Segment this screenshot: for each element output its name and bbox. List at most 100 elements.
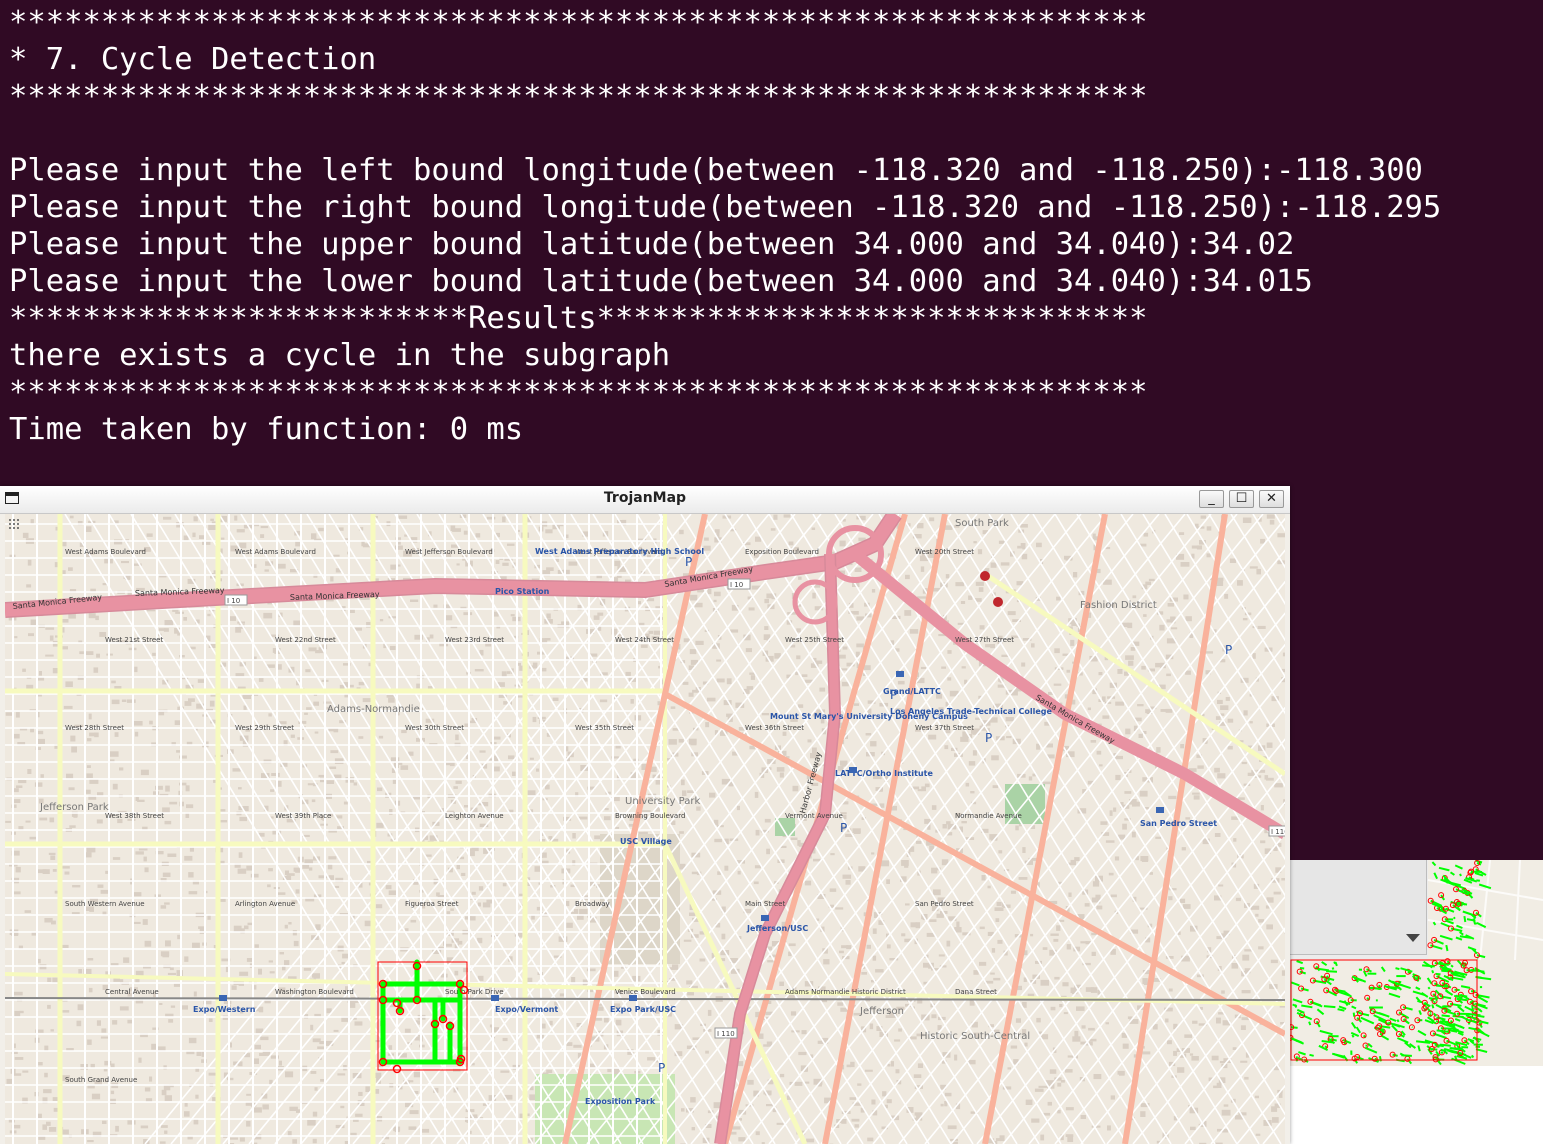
road-label: Figueroa Street: [405, 900, 459, 908]
road-label: West 30th Street: [405, 724, 464, 732]
road-label: West 25th Street: [785, 636, 844, 644]
path-segment: [1459, 873, 1462, 877]
road-label: Broadway: [575, 900, 610, 908]
path-segment: [1453, 916, 1456, 920]
path-segment: [1438, 961, 1444, 965]
path-segment: [1378, 1056, 1382, 1062]
path-segment: [1445, 944, 1449, 952]
area-label: Jefferson Park: [39, 802, 109, 813]
path-segment: [1450, 964, 1454, 968]
area-label: Fashion District: [1080, 600, 1157, 611]
path-segment: [1351, 1034, 1355, 1038]
road-label: South Park Drive: [445, 988, 504, 996]
grid-icon[interactable]: [8, 518, 20, 530]
path-segment: [1411, 975, 1415, 978]
area-label: Historic South-Central: [920, 1031, 1030, 1042]
path-segment: [1474, 922, 1478, 925]
parking-icon: P: [1225, 643, 1232, 657]
path-segment: [1395, 967, 1400, 971]
area-label: Jefferson: [859, 1006, 904, 1017]
path-segment: [1308, 1021, 1312, 1026]
station-label: Exposition Park: [585, 1097, 656, 1106]
station-label: West Adams Preparatory High School: [535, 547, 704, 556]
path-segment: [1431, 1004, 1435, 1009]
road-label: San Pedro Street: [915, 900, 974, 908]
station-label: USC Village: [620, 837, 672, 846]
station-label: Expo/Western: [193, 1005, 256, 1014]
station-label: Jefferson/USC: [746, 924, 808, 933]
path-segment: [1309, 1053, 1314, 1057]
terminal-line: * 7. Cycle Detection: [9, 42, 377, 77]
road-label: West 39th Place: [275, 812, 331, 820]
road-label: West 24th Street: [615, 636, 674, 644]
terminal-line: Time taken by function: 0 ms: [9, 412, 524, 447]
terminal-line: ****************************************…: [9, 375, 1148, 410]
station-label: Pico Station: [495, 587, 550, 596]
station-icon: [219, 995, 227, 1001]
road-label: West 28th Street: [65, 724, 124, 732]
road-label: Browning Boulevard: [615, 812, 685, 820]
highway-shield: I 10: [730, 581, 743, 589]
station-label: Los Angeles Trade-Technical College: [890, 707, 1052, 716]
path-segment: [1466, 969, 1477, 972]
path-segment: [1475, 975, 1482, 979]
parking-icon: P: [985, 731, 992, 745]
road-label: Arlington Avenue: [235, 900, 295, 908]
path-segment: [1468, 1013, 1481, 1017]
map-canvas[interactable]: Santa Monica Freeway Santa Monica Freeway…: [5, 514, 1285, 1144]
road-label: West 22nd Street: [275, 636, 336, 644]
terminal-line: Please input the left bound longitude(be…: [9, 153, 1423, 188]
road-label: Central Avenue: [105, 988, 159, 996]
path-segment: [1299, 967, 1305, 970]
highway-shield: I 110: [717, 1030, 735, 1038]
maximize-button[interactable]: ☐: [1229, 490, 1254, 508]
path-segment: [1333, 961, 1336, 965]
terminal-line: Please input the lower bound latitude(be…: [9, 264, 1313, 299]
background-map-preview: [1290, 860, 1543, 1066]
station-icon: [629, 995, 637, 1001]
path-segment: [1471, 1054, 1475, 1059]
road-label: Exposition Boulevard: [745, 548, 819, 556]
road-label: Adams Normandie Historic District: [785, 988, 906, 996]
road-label: West Adams Boulevard: [235, 548, 316, 556]
highway-shield: I 10: [227, 597, 240, 605]
parking-icon: P: [658, 1061, 665, 1075]
station-icon: [761, 915, 769, 921]
road-label: West 27th Street: [955, 636, 1014, 644]
path-segment: [1356, 978, 1363, 982]
path-segment: [1427, 986, 1431, 990]
terminal-line: *************************Results********…: [9, 301, 1148, 336]
road-label: West 23rd Street: [445, 636, 504, 644]
path-segment: [1396, 1019, 1400, 1023]
station-label: Expo/Vermont: [495, 1005, 558, 1014]
area-label: South Park: [955, 518, 1009, 529]
terminal-line: ****************************************…: [9, 79, 1148, 114]
path-segment: [1352, 1012, 1356, 1017]
road-label: West 37th Street: [915, 724, 974, 732]
path-segment: [1439, 1043, 1451, 1047]
road-label: Normandie Avenue: [955, 812, 1022, 820]
station-icon: [491, 995, 499, 1001]
terminal-line: there exists a cycle in the subgraph: [9, 338, 671, 373]
background-map-window[interactable]: [1290, 860, 1543, 1144]
road-label: West Jefferson Boulevard: [405, 548, 493, 556]
title-bar[interactable]: TrojanMap _ ☐ ✕: [0, 486, 1290, 514]
terminal-line: Please input the upper bound latitude(be…: [9, 227, 1295, 262]
road-label: West 29th Street: [235, 724, 294, 732]
path-segment: [1462, 965, 1466, 968]
road-label: West Adams Boulevard: [65, 548, 146, 556]
path-segment: [1334, 961, 1338, 967]
path-segment: [1294, 1004, 1298, 1008]
path-segment: [1401, 1054, 1412, 1057]
road-label: West 38th Street: [105, 812, 164, 820]
path-segment: [1326, 970, 1338, 973]
station-label: Expo Park/USC: [610, 1005, 676, 1014]
station-icon: [1156, 807, 1164, 813]
road-label: South Western Avenue: [65, 900, 145, 908]
road-label: Dana Street: [955, 988, 997, 996]
path-segment: [1440, 1048, 1446, 1052]
road-label: Washington Boulevard: [275, 988, 354, 996]
trojanmap-window[interactable]: TrojanMap _ ☐ ✕ Santa Monica Freeway Sant…: [0, 486, 1290, 1144]
minimize-button[interactable]: _: [1199, 490, 1224, 508]
close-button[interactable]: ✕: [1259, 490, 1284, 508]
